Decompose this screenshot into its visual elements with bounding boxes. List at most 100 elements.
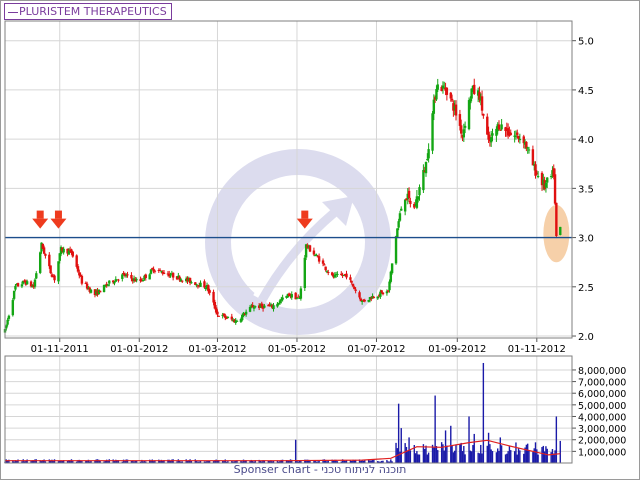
candle-body	[71, 251, 74, 257]
candle-body	[536, 176, 540, 178]
candle-body	[418, 187, 421, 196]
candle-body	[403, 199, 407, 212]
candle-body	[16, 283, 20, 287]
legend-line-swatch	[8, 11, 18, 13]
candle-body	[317, 256, 321, 262]
series-legend: PLURISTEM THERAPEUTICS	[4, 3, 172, 20]
candle-body	[527, 149, 531, 151]
candle-body	[480, 96, 484, 111]
candle-body	[80, 275, 84, 284]
candle-body	[33, 279, 37, 287]
candle-body	[500, 124, 503, 130]
candle-body	[400, 208, 403, 211]
candle-body	[327, 271, 330, 273]
volume-y-tick-label: 2,000,000	[578, 436, 626, 447]
candle-body	[445, 87, 449, 95]
candle-body	[381, 292, 385, 295]
candle-body	[324, 266, 327, 271]
candle-body	[308, 245, 312, 252]
candle-body	[135, 279, 138, 281]
candle-body	[11, 300, 15, 316]
candle-body	[48, 254, 51, 267]
candle-body	[49, 265, 52, 274]
candle-body	[397, 221, 400, 228]
candle-body	[7, 315, 11, 319]
candle-body	[436, 84, 439, 90]
arrow-shaft	[36, 210, 44, 219]
candle-body	[25, 281, 29, 285]
candle-body	[463, 125, 467, 128]
volume-y-tick-label: 7,000,000	[578, 378, 626, 389]
candle-body	[450, 98, 454, 101]
candle-body	[295, 297, 299, 299]
candle-body	[113, 281, 116, 284]
candle-body	[553, 174, 557, 204]
price-x-tick-label: 01-11-2012	[508, 344, 566, 355]
candle-body	[148, 274, 151, 280]
candle-body	[153, 270, 157, 272]
candle-body	[427, 149, 430, 159]
candle-body	[350, 281, 353, 283]
candle-body	[509, 132, 512, 136]
candle-body	[199, 282, 202, 287]
candle-body	[394, 236, 398, 264]
candle-body	[303, 257, 306, 289]
candle-body	[482, 113, 485, 116]
candle-body	[281, 297, 284, 300]
candle-body	[98, 290, 102, 293]
candle-body	[345, 273, 348, 278]
candle-body	[217, 315, 220, 317]
price-x-tick-label: 01-03-2012	[188, 344, 246, 355]
price-y-tick-label: 2.5	[578, 283, 594, 294]
price-y-tick-label: 3.0	[578, 234, 594, 245]
candle-body	[546, 177, 549, 183]
candle-body	[126, 274, 129, 276]
candle-body	[235, 320, 239, 322]
candle-body	[38, 252, 42, 273]
candle-body	[14, 285, 17, 290]
candle-body	[290, 294, 293, 298]
candle-body	[57, 261, 60, 282]
price-x-tick-label: 01-07-2012	[347, 344, 405, 355]
series-label: PLURISTEM THERAPEUTICS	[19, 5, 167, 18]
candle-body	[354, 289, 357, 291]
candle-body	[473, 84, 476, 94]
volume-y-tick-label: 8,000,000	[578, 366, 626, 377]
candle-body	[272, 305, 275, 310]
candle-body	[518, 138, 522, 141]
candle-body	[516, 132, 519, 135]
candle-body	[424, 161, 428, 174]
candle-body	[407, 190, 411, 199]
candle-body	[460, 125, 463, 134]
candle-body	[12, 290, 16, 299]
candle-body	[254, 306, 257, 308]
volume-y-tick-label: 3,000,000	[578, 424, 626, 435]
candle-body	[181, 280, 184, 282]
candle-body	[117, 279, 120, 281]
candle-body	[190, 282, 193, 284]
candle-body	[62, 248, 65, 253]
candle-body	[169, 275, 172, 277]
price-x-tick-label: 01-01-2012	[110, 344, 168, 355]
candle-body	[149, 269, 153, 274]
arrow-shaft	[301, 210, 309, 219]
candle-body	[555, 202, 558, 237]
price-y-tick-label: 4.5	[578, 86, 594, 97]
price-x-tick-label: 01-09-2012	[428, 344, 486, 355]
candle-body	[372, 296, 376, 298]
candle-body	[89, 289, 93, 293]
candle-body	[358, 292, 361, 298]
candle-body	[226, 316, 230, 318]
volume-y-tick-label: 4,000,000	[578, 412, 626, 423]
candle-body	[171, 272, 175, 278]
candle-body	[398, 213, 402, 221]
price-y-tick-label: 2.0	[578, 332, 594, 343]
price-x-tick-label: 01-05-2012	[268, 344, 326, 355]
candle-body	[380, 290, 383, 293]
candle-body	[349, 277, 352, 280]
candle-body	[162, 272, 166, 275]
candle-body	[336, 273, 339, 275]
candle-body	[497, 124, 501, 130]
candle-body	[208, 290, 211, 293]
chart-stage: 2.0 2.5 3.0 3.5 4.0 4.5 5.0 01-11-2011 01-01-201…	[0, 0, 640, 480]
